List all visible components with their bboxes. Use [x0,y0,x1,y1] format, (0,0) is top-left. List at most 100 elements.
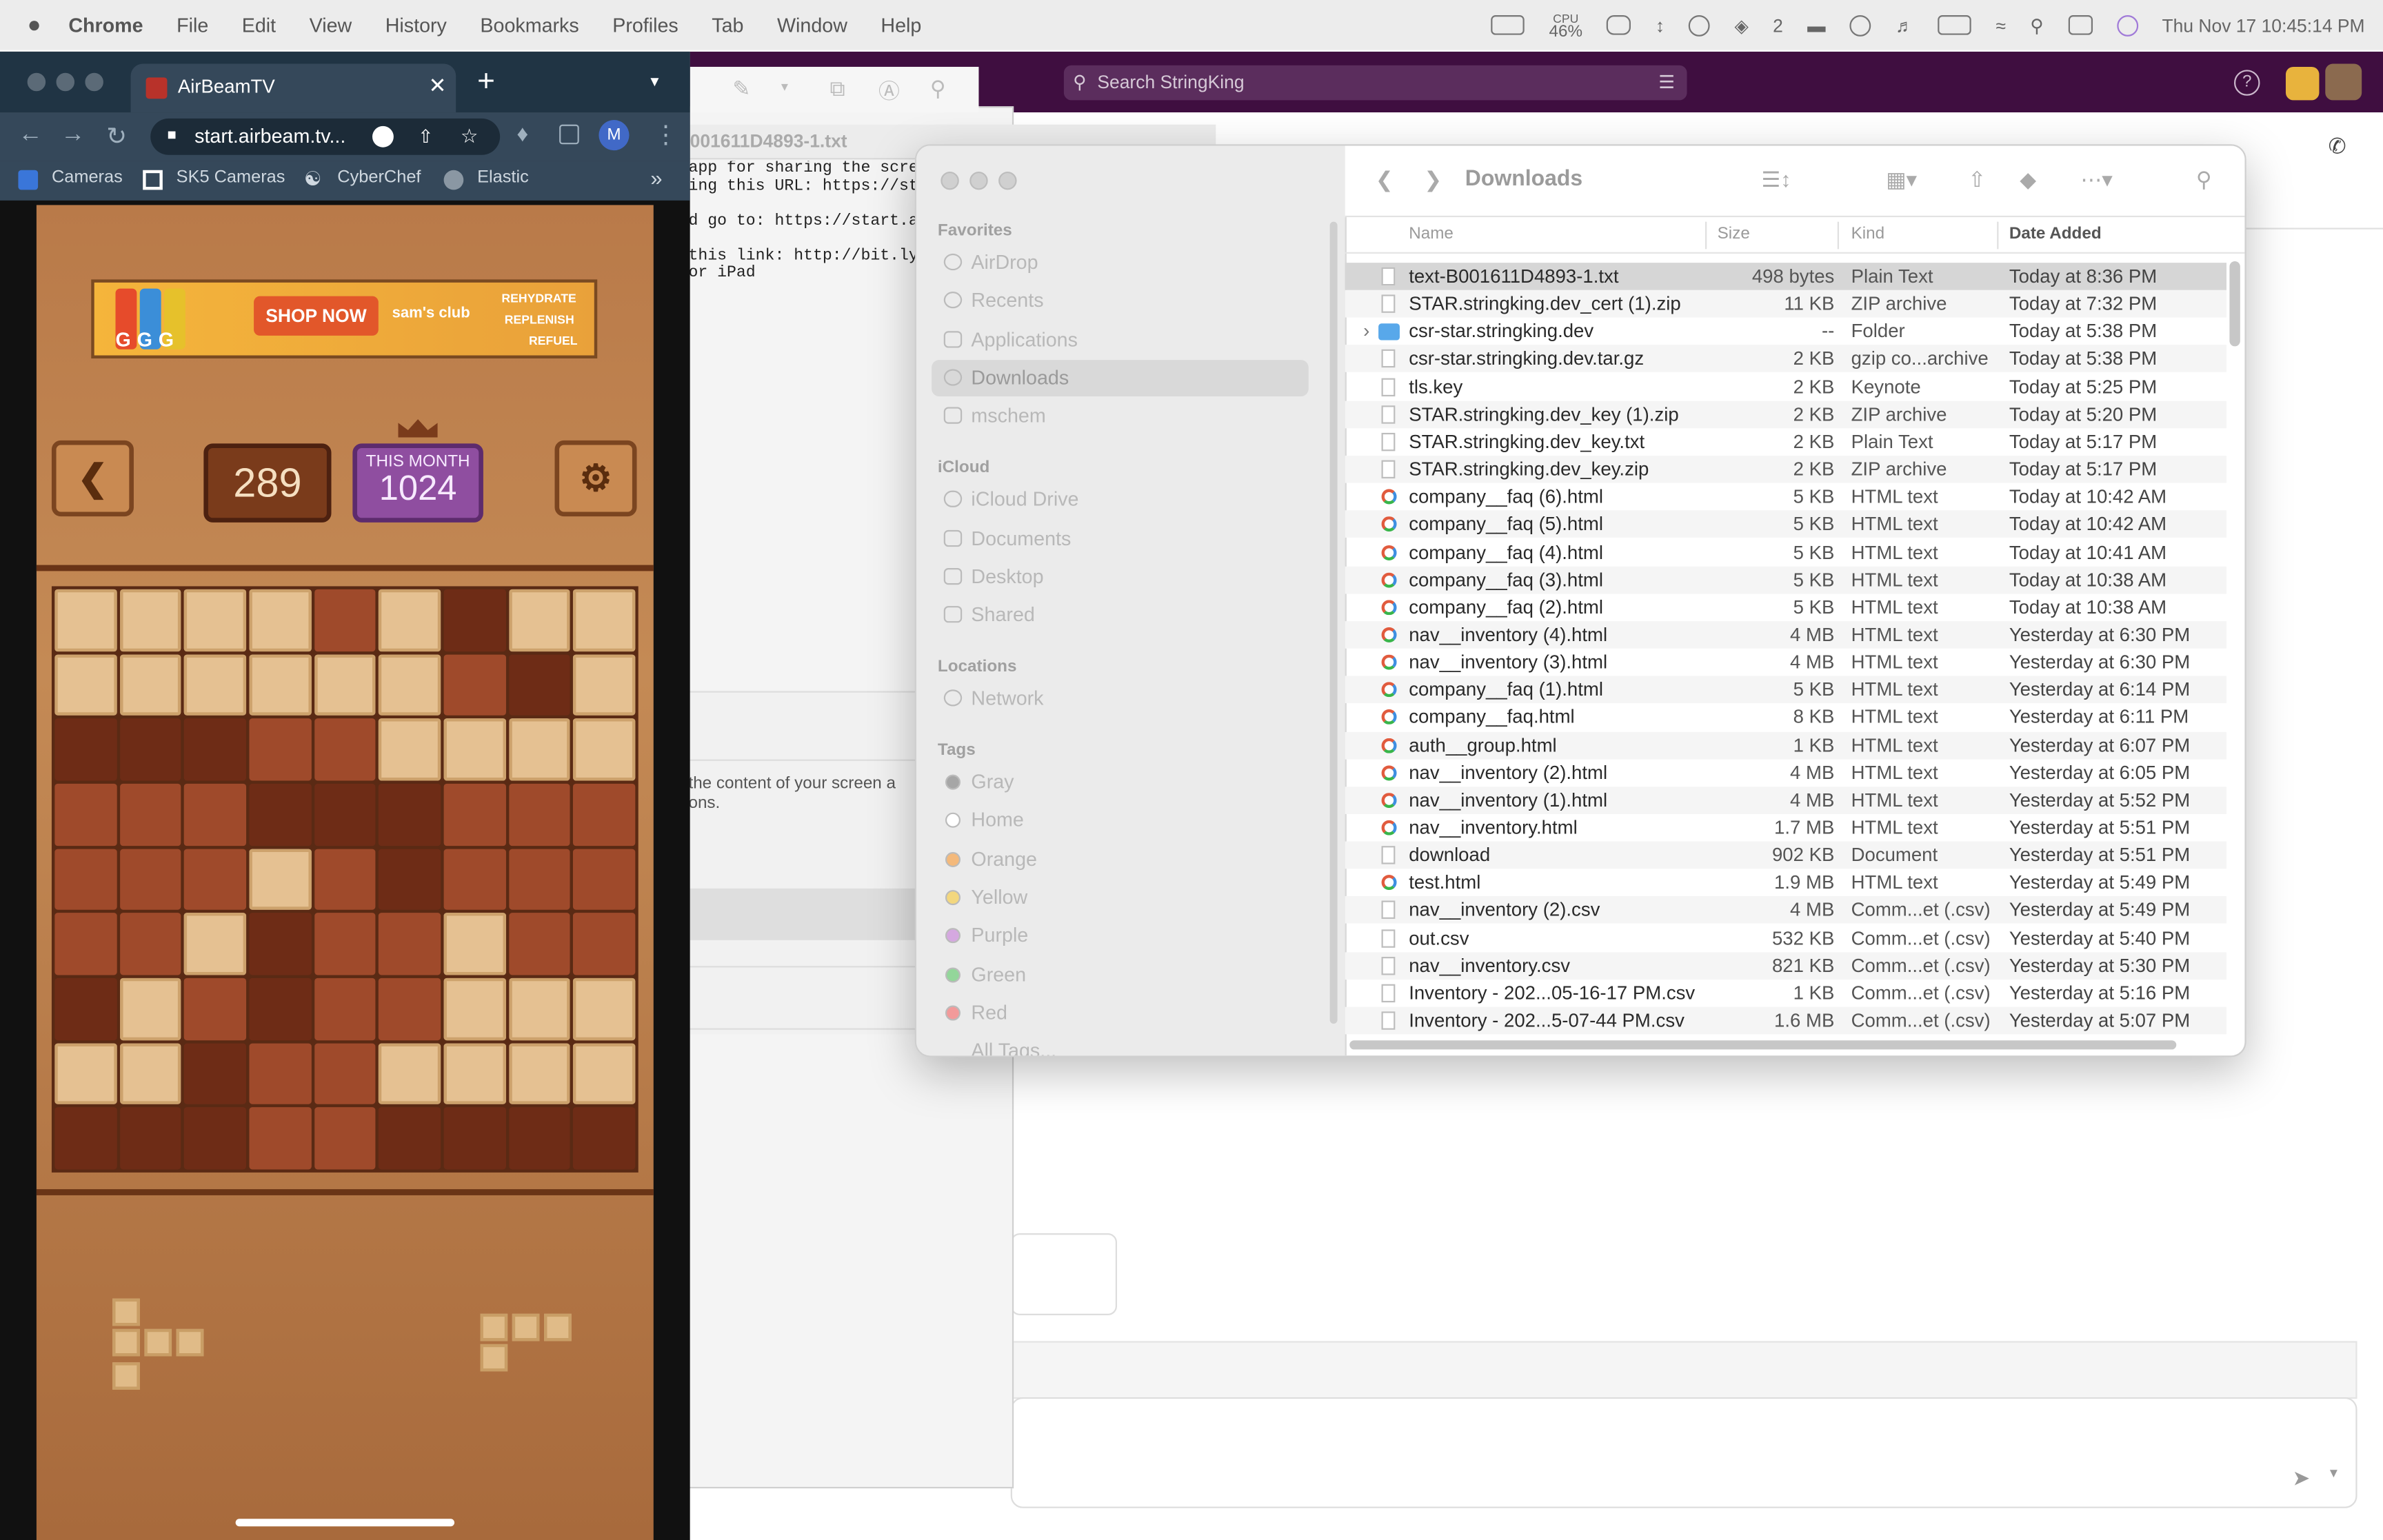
board-cell[interactable] [573,1107,636,1170]
disclosure-triangle-icon[interactable]: › [1363,318,1369,345]
board-cell[interactable] [508,913,571,975]
group-icon[interactable]: ▦▾ [1886,167,1917,192]
horizontal-scrollbar[interactable] [1349,1040,2177,1050]
shop-now-button[interactable]: SHOP NOW [254,296,379,336]
file-row[interactable]: nav__inventory (4).html 4 MB HTML text Yest… [1345,620,2227,649]
avatar[interactable] [2325,63,2362,101]
column-name[interactable]: Name [1409,225,1454,243]
board-cell[interactable] [184,718,247,781]
board-cell[interactable] [379,589,441,651]
board-cell[interactable] [184,848,247,911]
sidebar-tag-green[interactable]: Green [932,956,1309,993]
menu-app-name[interactable]: Chrome [68,14,143,37]
forward-icon[interactable]: ❯ [1424,167,1442,192]
board-cell[interactable] [184,783,247,846]
file-row[interactable]: nav__inventory (2).csv 4 MB Comm...et (.cs… [1345,896,2227,924]
file-row[interactable]: Inventory - 202...05-16-17 PM.csv 1 KB Com… [1345,980,2226,1007]
board-cell[interactable] [184,913,247,975]
file-row[interactable]: STAR.stringking.dev_cert (1).zip 11 KB ZIP… [1345,290,2227,318]
board-cell[interactable] [314,654,376,716]
bookmark-cyberchef[interactable]: CyberChef [337,169,421,187]
board-cell[interactable] [379,1042,441,1105]
slack-compose-input[interactable]: ➤ ▾ [1010,1397,2357,1508]
board-cell[interactable] [508,977,571,1040]
board-cell[interactable] [184,654,247,716]
board-cell[interactable] [119,977,182,1040]
new-tab-button[interactable]: + [477,65,495,101]
board-cell[interactable] [184,589,247,651]
bookmark-sk5-cameras[interactable]: SK5 Cameras [177,169,285,187]
board-cell[interactable] [249,718,312,781]
board-cell[interactable] [379,977,441,1040]
bookmark-cameras[interactable]: Cameras [52,169,123,187]
board-cell[interactable] [249,848,312,911]
file-row[interactable]: csr-star.stringking.dev.tar.gz 2 KB gzip c… [1345,345,2227,373]
board-cell[interactable] [573,913,636,975]
share-icon[interactable]: ⇧ [418,119,433,155]
piece-left[interactable] [110,1298,216,1396]
board-cell[interactable] [249,913,312,975]
menu-help[interactable]: Help [881,14,921,37]
board-cell[interactable] [379,718,441,781]
address-bar[interactable]: ■ start.airbeam.tv... ⇧ ☆ [150,118,501,155]
file-row[interactable]: STAR.stringking.dev_key.zip 2 KB ZIP archi… [1345,456,2227,483]
board-cell[interactable] [314,718,376,781]
board-cell[interactable] [508,1042,571,1105]
bookmarks-overflow-icon[interactable]: » [650,165,662,190]
extensions-icon[interactable]: ♦ [516,121,528,147]
menu-profiles[interactable]: Profiles [612,14,678,37]
board-cell[interactable] [54,1042,117,1105]
board-cell[interactable] [573,589,636,651]
file-row[interactable]: › csr-star.stringking.dev -- Folder Today at… [1345,318,2226,345]
share-icon[interactable]: ⇧ [1968,167,1986,192]
game-board[interactable] [51,586,639,1173]
file-row[interactable]: nav__inventory (2).html 4 MB HTML text Yest… [1345,759,2226,787]
board-cell[interactable] [379,783,441,846]
sidebar-item-downloads[interactable]: Downloads [932,360,1309,397]
menu-window[interactable]: Window [777,14,847,37]
sidebar-tag-yellow[interactable]: Yellow [932,879,1309,915]
board-cell[interactable] [314,1107,376,1170]
board-cell[interactable] [314,783,376,846]
sidebar-tag-purple[interactable]: Purple [932,918,1309,954]
file-row[interactable]: company__faq (2).html 5 KB HTML text Today … [1345,594,2226,621]
sidebar-scrollbar[interactable] [1329,221,1338,1024]
file-row[interactable]: company__faq (6).html 5 KB HTML text Today … [1345,483,2226,511]
file-row[interactable]: auth__group.html 1 KB HTML text Yesterday a… [1345,731,2227,759]
back-button[interactable]: ❮ [51,440,134,517]
control-center-icon[interactable] [2067,15,2093,35]
file-row[interactable]: company__faq (3).html 5 KB HTML text Today … [1345,566,2227,594]
phone-icon[interactable]: ✆ [2329,134,2346,159]
board-cell[interactable] [508,783,571,846]
board-cell[interactable] [443,654,506,716]
board-cell[interactable] [508,654,571,716]
back-icon[interactable]: ← [18,121,42,149]
sidebar-item-icloud-drive[interactable]: iCloud Drive [932,481,1309,518]
more-actions-icon[interactable]: ⋯▾ [2080,167,2112,192]
menu-tab[interactable]: Tab [712,14,743,37]
file-row[interactable]: text-B001611D4893-1.txt 498 bytes Plain Te… [1345,263,2227,290]
sidebar-item-recents[interactable]: Recents [932,283,1309,319]
board-cell[interactable] [184,1042,247,1105]
sidebar-icon[interactable] [559,124,579,145]
file-row[interactable]: company__faq (1).html 5 KB HTML text Yester… [1345,676,2227,704]
sidebar-tag-home[interactable]: Home [932,802,1309,839]
sidebar-item-home[interactable]: mschem [932,398,1309,434]
thumbs-up-icon[interactable] [2285,66,2320,101]
search-icon[interactable]: ⚲ [2196,167,2212,192]
slack-search-input[interactable]: ⚲ Search StringKing ☰ [1063,65,1687,101]
file-row[interactable]: STAR.stringking.dev_key (1).zip 2 KB ZIP a… [1345,401,2227,428]
board-cell[interactable] [573,1042,636,1105]
chevron-down-icon[interactable]: ▾ [2330,1466,2337,1482]
tab-airbeamtv[interactable]: AirBeamTV ✕ [130,63,456,113]
board-cell[interactable] [184,1107,247,1170]
board-cell[interactable] [443,783,506,846]
menu-history[interactable]: History [385,14,447,37]
board-cell[interactable] [573,654,636,716]
info-icon[interactable] [1689,14,1711,36]
board-cell[interactable] [119,718,182,781]
sidebar-item-desktop[interactable]: Desktop [932,559,1309,596]
apple-icon[interactable]: ● [28,12,41,38]
zoom-window-button[interactable] [998,171,1017,190]
close-window-button[interactable] [27,72,46,92]
